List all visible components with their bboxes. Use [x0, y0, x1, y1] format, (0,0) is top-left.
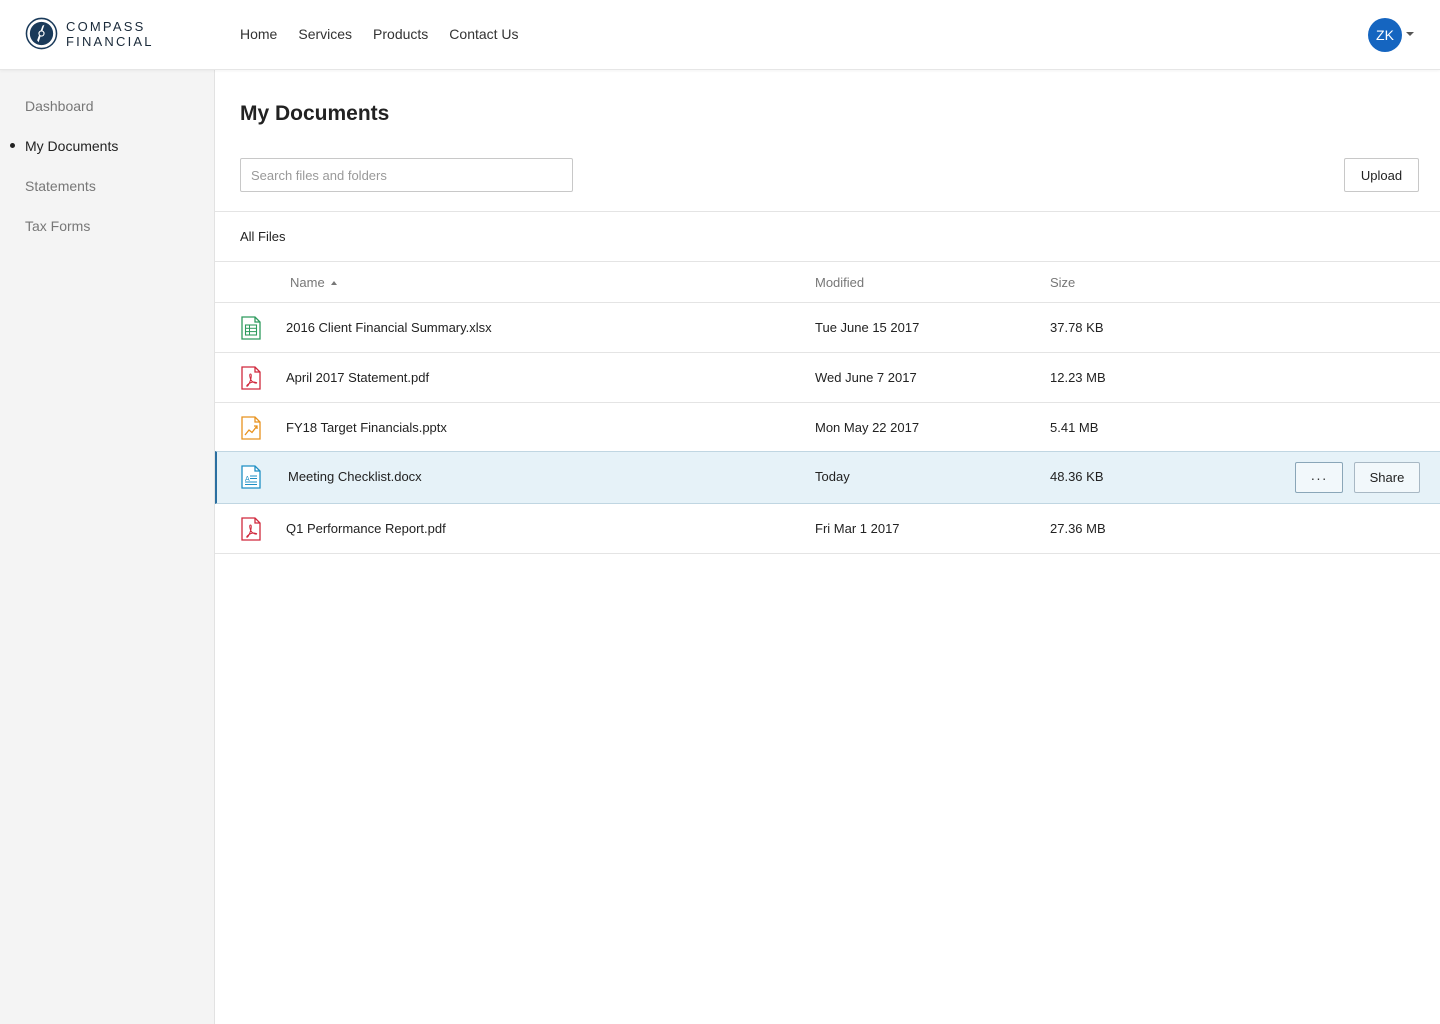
- file-name[interactable]: FY18 Target Financials.pptx: [286, 419, 447, 437]
- file-name[interactable]: April 2017 Statement.pdf: [286, 369, 429, 387]
- file-modified: Wed June 7 2017: [815, 370, 917, 385]
- presentation-icon: [241, 416, 261, 440]
- more-icon: ···: [1310, 469, 1328, 486]
- sidebar-item-statements[interactable]: Statements: [25, 177, 96, 195]
- file-modified: Tue June 15 2017: [815, 320, 920, 335]
- file-size: 37.78 KB: [1050, 320, 1104, 335]
- column-header-size[interactable]: Size: [1050, 275, 1075, 290]
- brand-line-2: FINANCIAL: [66, 33, 154, 49]
- file-size: 5.41 MB: [1050, 420, 1099, 435]
- file-name[interactable]: Meeting Checklist.docx: [288, 468, 422, 486]
- nav-services-link[interactable]: Services: [298, 25, 352, 43]
- file-name[interactable]: Q1 Performance Report.pdf: [286, 520, 446, 538]
- page-title: My Documents: [240, 102, 390, 125]
- file-modified: Today: [815, 469, 850, 484]
- divider: [215, 261, 1440, 262]
- chevron-down-icon[interactable]: [1406, 32, 1414, 36]
- pdf-icon: [241, 366, 261, 390]
- brand-logo[interactable]: COMPASS FINANCIAL: [25, 17, 154, 50]
- pdf-icon: [241, 517, 261, 541]
- brand-name: COMPASS FINANCIAL: [66, 19, 154, 49]
- nav-products-link[interactable]: Products: [373, 25, 428, 43]
- file-row[interactable]: FY18 Target Financials.pptx Mon May 22 2…: [215, 403, 1440, 453]
- divider: [215, 211, 1440, 212]
- file-row-selected[interactable]: A Meeting Checklist.docx Today 48.36 KB …: [215, 451, 1440, 504]
- more-actions-button[interactable]: ···: [1295, 462, 1343, 493]
- main-content: My Documents Upload All Files Name Modif…: [215, 70, 1440, 1024]
- file-modified: Mon May 22 2017: [815, 420, 920, 435]
- nav-home-link[interactable]: Home: [240, 25, 277, 43]
- file-size: 48.36 KB: [1050, 469, 1104, 484]
- brand-line-1: COMPASS: [66, 18, 146, 34]
- file-modified: Fri Mar 1 2017: [815, 521, 900, 536]
- spreadsheet-icon: [241, 316, 261, 340]
- sidebar: Dashboard My Documents Statements Tax Fo…: [0, 70, 215, 1024]
- column-header-modified[interactable]: Modified: [815, 275, 864, 290]
- sidebar-item-dashboard[interactable]: Dashboard: [25, 97, 94, 115]
- file-row[interactable]: 2016 Client Financial Summary.xlsx Tue J…: [215, 303, 1440, 353]
- column-header-name-label: Name: [290, 275, 325, 290]
- main-nav: Home Services Products Contact Us: [240, 25, 540, 43]
- upload-button[interactable]: Upload: [1344, 158, 1419, 192]
- file-size: 12.23 MB: [1050, 370, 1106, 385]
- document-icon: A: [241, 465, 261, 489]
- compass-logo-icon: [25, 17, 58, 50]
- user-avatar[interactable]: ZK: [1368, 18, 1402, 52]
- breadcrumb[interactable]: All Files: [240, 229, 286, 244]
- sort-ascending-icon: [330, 281, 337, 285]
- search-input[interactable]: [240, 158, 573, 192]
- file-row[interactable]: Q1 Performance Report.pdf Fri Mar 1 2017…: [215, 504, 1440, 554]
- nav-contact-link[interactable]: Contact Us: [449, 25, 518, 43]
- file-row[interactable]: April 2017 Statement.pdf Wed June 7 2017…: [215, 353, 1440, 403]
- sidebar-item-my-documents[interactable]: My Documents: [25, 137, 118, 155]
- share-button[interactable]: Share: [1354, 462, 1420, 493]
- column-header-name[interactable]: Name: [290, 275, 337, 290]
- file-name[interactable]: 2016 Client Financial Summary.xlsx: [286, 319, 492, 337]
- sidebar-item-tax-forms[interactable]: Tax Forms: [25, 217, 90, 235]
- file-size: 27.36 MB: [1050, 521, 1106, 536]
- top-navbar: COMPASS FINANCIAL Home Services Products…: [0, 0, 1440, 70]
- active-indicator-icon: [10, 143, 15, 148]
